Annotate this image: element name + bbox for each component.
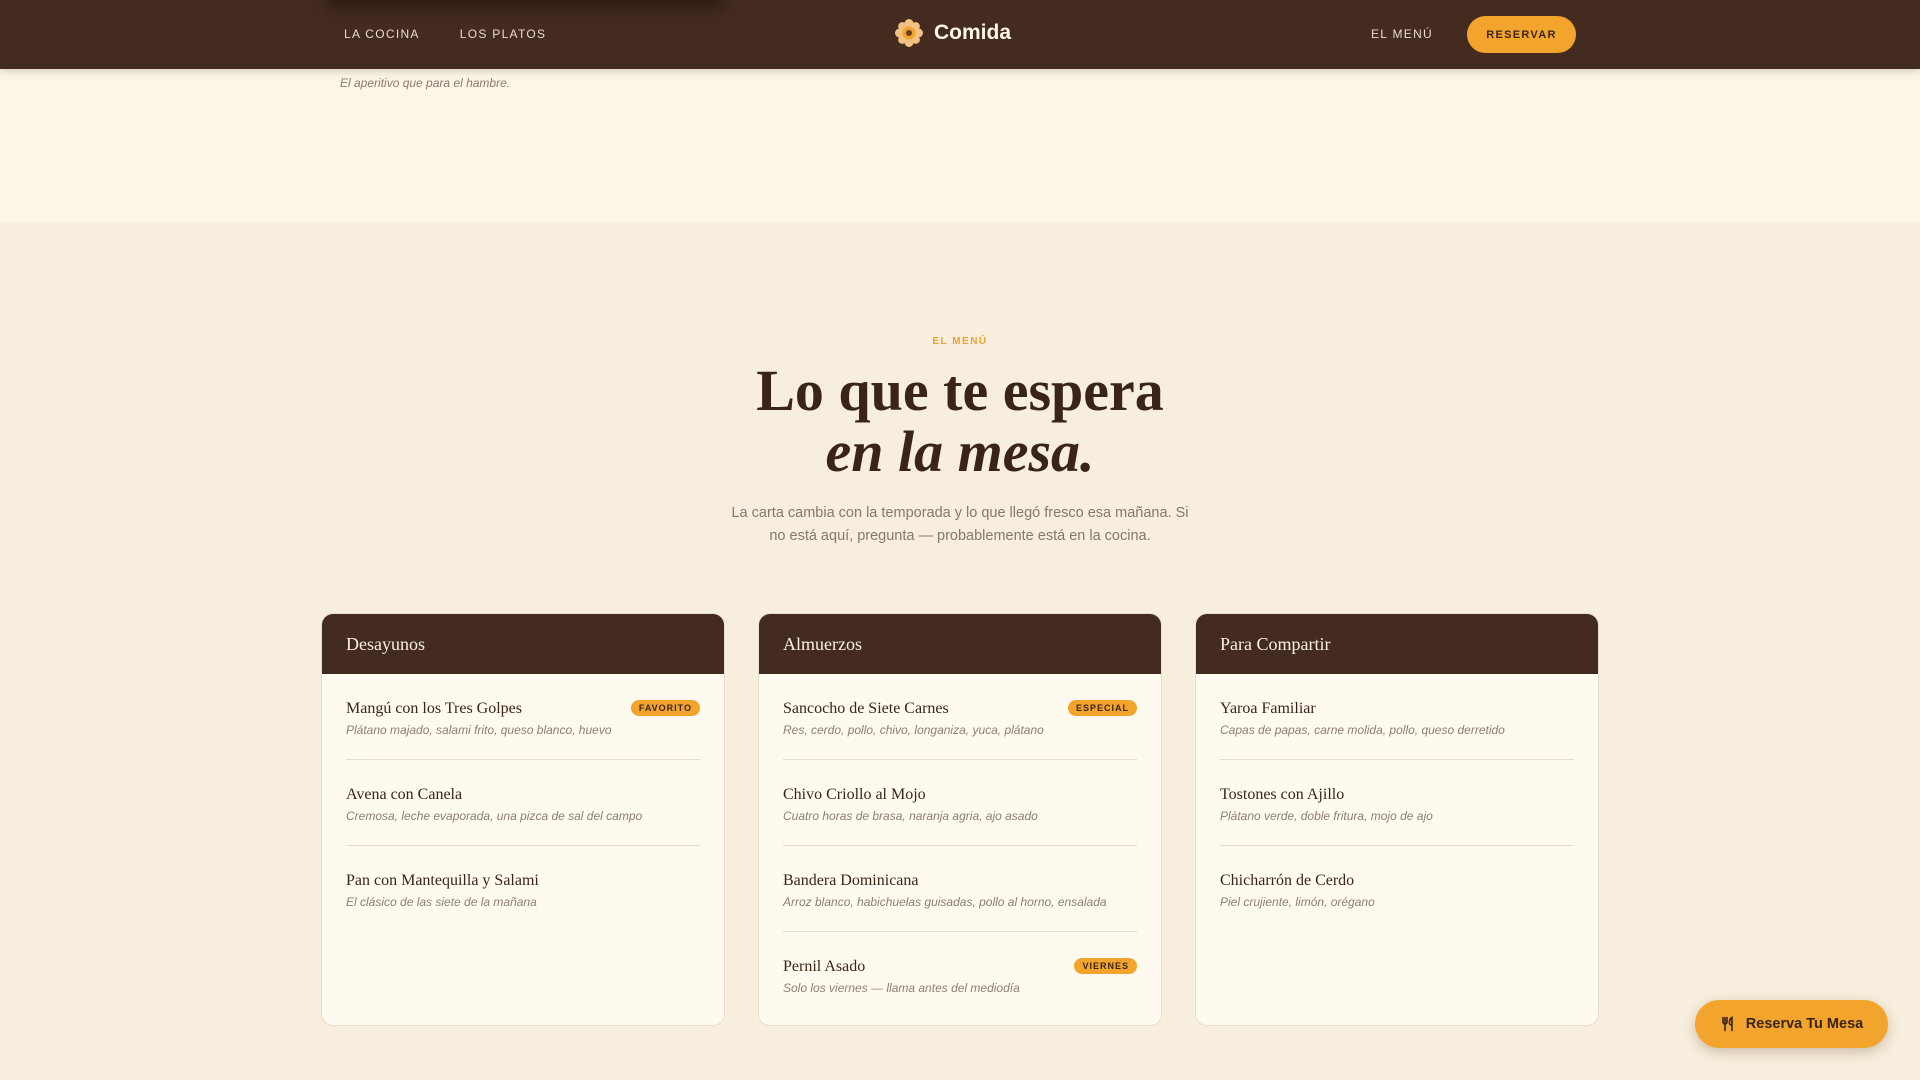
menu-item-description: El clásico de las siete de la mañana (346, 895, 537, 909)
menu-item-name: Avena con Canela (346, 786, 463, 803)
section-subtitle: La carta cambia con la temporada y lo qu… (731, 505, 1189, 544)
menu-item: Sancocho de Siete Carnes Res, cerdo, pol… (783, 674, 1137, 760)
menu-card-header: Almuerzos (759, 614, 1161, 674)
menu-item: Pernil Asado Solo los viernes — llama an… (783, 932, 1137, 1018)
viernes-badge: VIERNES (1074, 958, 1137, 974)
menu-item-description: Cuatro horas de brasa, naranja agria, aj… (783, 809, 1038, 823)
section-eyebrow: EL MENÚ (932, 336, 988, 347)
menu-card-title: Desayunos (346, 633, 425, 654)
brand-logo-link[interactable]: Comida (894, 18, 1011, 48)
menu-card-almuerzos: Almuerzos Sancocho de Siete Carnes Res, … (758, 613, 1162, 1026)
menu-item: Chicharrón de Cerdo Piel crujiente, limó… (1220, 846, 1574, 932)
menu-item-name: Tostones con Ajillo (1220, 786, 1345, 803)
menu-item-description: Plátano verde, doble fritura, mojo de aj… (1220, 809, 1433, 823)
menu-card-desayunos: Desayunos Mangú con los Tres Golpes Plát… (321, 613, 725, 1026)
menu-card-title: Almuerzos (783, 633, 862, 654)
menu-item: Avena con Canela Cremosa, leche evaporad… (346, 760, 700, 846)
nav-link-los-platos[interactable]: LOS PLATOS (460, 27, 547, 41)
menu-item: Mangú con los Tres Golpes Plátano majado… (346, 674, 700, 760)
fork-knife-icon (1721, 1016, 1733, 1032)
menu-item-list: Mangú con los Tres Golpes Plátano majado… (322, 674, 724, 932)
brand-name: Comida (934, 21, 1012, 44)
menu-item-description: Capas de papas, carne molida, pollo, que… (1220, 723, 1505, 737)
menu-item-description: Solo los viernes — llama antes del medio… (783, 981, 1020, 995)
section-title: Lo que te espera en la mesa. (0, 360, 1920, 482)
favorito-badge: FAVORITO (630, 700, 700, 716)
nav-link-la-cocina[interactable]: LA COCINA (344, 27, 420, 41)
menu-item-description: Res, cerdo, pollo, chivo, longaniza, yuc… (783, 723, 1044, 737)
menu-item-name: Bandera Dominicana (783, 872, 919, 889)
menu-item-description: Cremosa, leche evaporada, una pizca de s… (346, 809, 643, 823)
flower-logo-icon (895, 19, 923, 47)
menu-item: Tostones con Ajillo Plátano verde, doble… (1220, 760, 1574, 846)
nav-left: LA COCINA LOS PLATOS (344, 27, 546, 41)
menu-item-name: Chicharrón de Cerdo (1220, 872, 1355, 889)
reservar-button[interactable]: RESERVAR (1467, 16, 1576, 53)
reserva-tu-mesa-button[interactable]: Reserva Tu Mesa (1695, 1000, 1888, 1048)
menu-item: Bandera Dominicana Arroz blanco, habichu… (783, 846, 1137, 932)
menu-item-list: Sancocho de Siete Carnes Res, cerdo, pol… (759, 674, 1161, 1018)
section-title-line2: en la mesa. (825, 419, 1095, 484)
menu-item-description: Plátano majado, salami frito, queso blan… (346, 723, 612, 737)
menu-item-name: Pan con Mantequilla y Salami (346, 872, 539, 889)
menu-item-description: Arroz blanco, habichuelas guisadas, poll… (783, 895, 1107, 909)
reserva-tu-mesa-label: Reserva Tu Mesa (1745, 1016, 1864, 1032)
menu-item: Yaroa Familiar Capas de papas, carne mol… (1220, 674, 1574, 760)
site-header: LA COCINA LOS PLATOS Comida EL MENÚ RESE… (0, 0, 1920, 69)
previous-section-strip (0, 69, 1920, 223)
menu-item-list: Yaroa Familiar Capas de papas, carne mol… (1196, 674, 1598, 932)
menu-item-name: Chivo Criollo al Mojo (783, 786, 926, 803)
section-title-line1: Lo que te espera (756, 358, 1164, 423)
previous-section-caption: El aperitivo que para el hambre. (340, 76, 511, 90)
nav-link-el-menu[interactable]: EL MENÚ (1371, 27, 1433, 41)
menu-item-description: Piel crujiente, limón, orégano (1220, 895, 1375, 909)
menu-card-header: Para Compartir (1196, 614, 1598, 674)
menu-item: Pan con Mantequilla y Salami El clásico … (346, 846, 700, 932)
menu-item: Chivo Criollo al Mojo Cuatro horas de br… (783, 760, 1137, 846)
menu-card-para-compartir: Para Compartir Yaroa Familiar Capas de p… (1195, 613, 1599, 1026)
especial-badge: ESPECIAL (1067, 700, 1137, 716)
header-shadow-smear (325, 0, 725, 8)
menu-item-name: Yaroa Familiar (1220, 700, 1316, 717)
menu-card-header: Desayunos (322, 614, 724, 674)
menu-card-title: Para Compartir (1220, 633, 1331, 654)
